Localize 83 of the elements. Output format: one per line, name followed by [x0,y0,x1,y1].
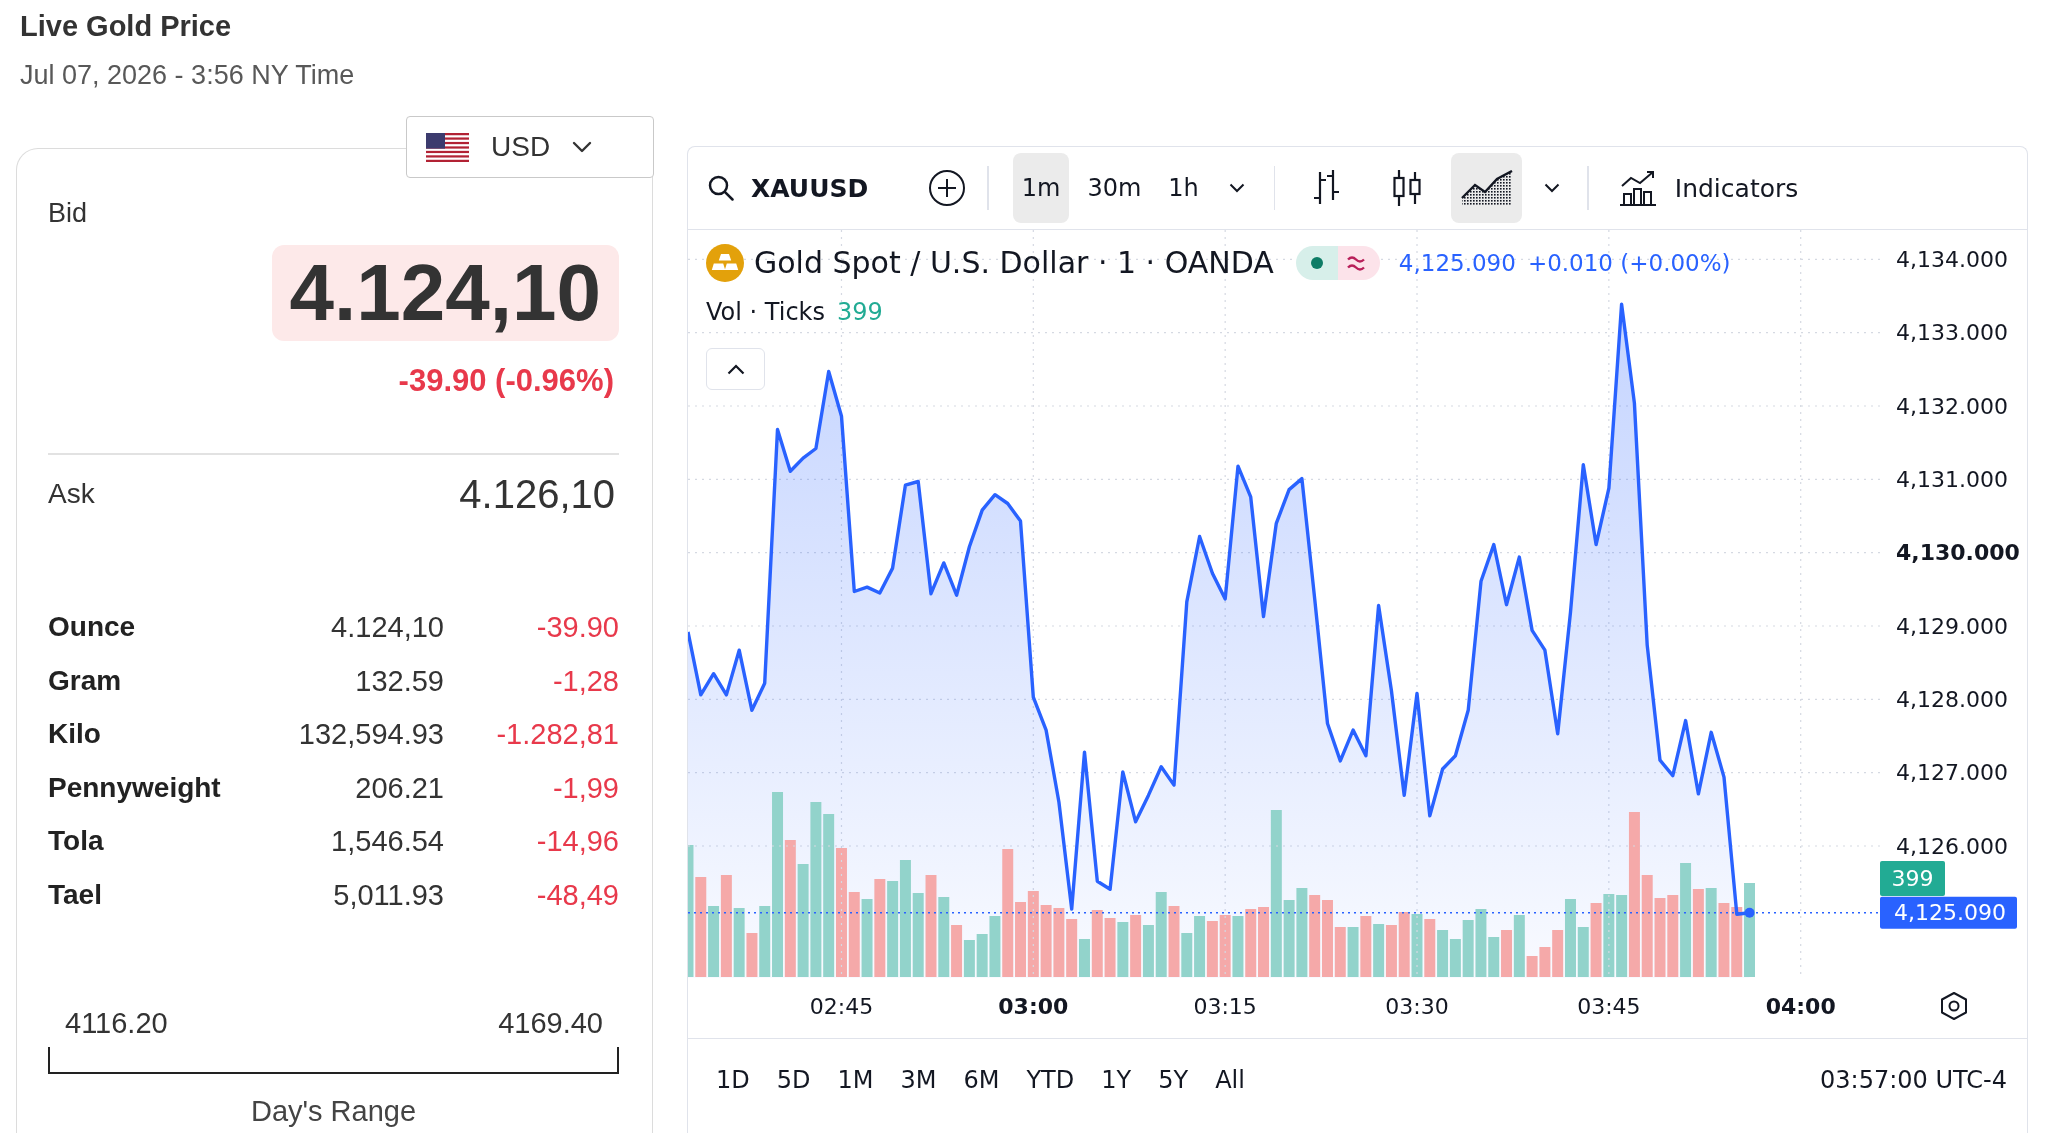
range-button[interactable]: 1Y [1095,1063,1138,1097]
price-axis-label: 4,132.000 [1896,393,2008,419]
unit-price: 132.59 [355,664,444,697]
volume-value: 399 [837,297,883,328]
time-label: 03:57:00 UTC-4 [1820,1065,2007,1096]
time-axis-label: 03:00 [998,993,1069,1019]
search-icon [708,175,734,201]
unit-price: 4.124,10 [331,611,444,644]
price-axis-label: 4,128.000 [1896,686,2008,712]
currency-dropdown[interactable]: USD [406,116,654,178]
unit-change: -1,28 [552,664,619,697]
range-button[interactable]: YTD [1020,1063,1081,1097]
price-axis-label: 4,126.000 [1896,833,2008,859]
symbol-title: Gold Spot / U.S. Dollar · 1 · OANDA [754,244,1274,282]
unit-price: 1,546.54 [331,825,444,858]
ref-line-label: 4,125.090 [1894,900,2006,926]
page-title: Live Gold Price [20,9,232,44]
chart-trend-icon [1618,170,1657,206]
price-axis-label: 4,129.000 [1896,613,2008,639]
interval-button[interactable]: 1h [1159,153,1208,223]
flag-icon [426,132,469,162]
unit-price: 5,011.93 [333,878,444,911]
time-axis-label: 03:15 [1193,993,1257,1019]
range-button[interactable]: 5D [770,1063,817,1097]
chevron-down-icon [572,141,593,153]
range-button[interactable]: 3M [894,1063,943,1097]
last-price-tag: 4,125.090 [1880,896,2017,929]
chevron-up-icon [726,363,745,375]
range-button[interactable]: 1M [831,1063,880,1097]
interval-button[interactable]: 1m [1012,153,1070,223]
interval-button[interactable]: 30m [1078,153,1151,223]
bid-change: -39.90 (-0.96%) [398,362,615,400]
range-button[interactable]: All [1209,1063,1251,1097]
time-axis-label: 03:30 [1385,993,1449,1019]
bid-price: 4.124,10 [271,245,619,341]
unit-label: Tola [48,825,104,857]
range-button[interactable]: 6M [957,1063,1006,1097]
indicators-button[interactable]: Indicators [1608,160,1809,216]
chart-type-button[interactable] [1451,153,1523,223]
price-axis-label: 4,130.000 [1896,540,2020,566]
candlestick-icon [1392,168,1423,208]
range-high: 4169.40 [498,1005,603,1041]
unit-change: -48,49 [536,878,619,911]
price-axis-label: 4,134.000 [1896,246,2008,272]
chevron-down-icon [1228,183,1245,193]
bullion-icon [706,244,744,282]
last-price: 4,125.090 [1398,249,1516,278]
unit-change: -39.90 [536,611,619,644]
range-caption: Day's Range [250,1093,417,1129]
range-button[interactable]: 5Y [1152,1063,1195,1097]
unit-price: 132,594.93 [298,718,444,751]
unit-change: -1,99 [552,771,619,804]
price-change: +0.010 (+0.00%) [1527,249,1731,278]
unit-price: 206.21 [355,771,444,804]
range-low: 4116.20 [65,1005,168,1041]
price-axis-label: 4,131.000 [1896,466,2008,492]
time-axis-label: 04:00 [1765,993,1836,1019]
unit-label: Kilo [48,718,101,750]
ask-label: Ask [48,476,95,511]
volume-label: Vol · Ticks [706,297,825,328]
area-chart-icon [1460,170,1513,206]
unit-label: Gram [48,664,122,696]
price-axis-label: 4,133.000 [1896,320,2008,346]
unit-change: -14,96 [536,825,619,858]
unit-label: Ounce [48,611,136,643]
ohlc-bars-icon [1312,169,1341,207]
plus-circle-icon [928,169,967,207]
time-axis-label: 02:45 [809,993,874,1019]
ask-price: 4.126,10 [459,470,616,518]
unit-label: Pennyweight [48,771,221,803]
unit-change: -1.282,81 [496,718,619,751]
range-button[interactable]: 1D [710,1063,756,1097]
settings-icon[interactable] [1939,991,1969,1021]
time-axis-label: 03:45 [1577,993,1641,1019]
symbol-search-button[interactable]: XAUUSD [700,160,877,216]
wavy-lines-icon [1337,246,1380,280]
timestamp-text: Jul 07, 2026 - 3:56 NY Time [20,59,355,92]
unit-label: Tael [48,878,102,910]
volume-tag: 399 [1880,860,1945,896]
chevron-down-icon [1544,183,1561,193]
price-marker-icon [1744,907,1755,918]
bid-label: Bid [48,197,88,230]
price-axis-label: 4,127.000 [1896,760,2008,786]
